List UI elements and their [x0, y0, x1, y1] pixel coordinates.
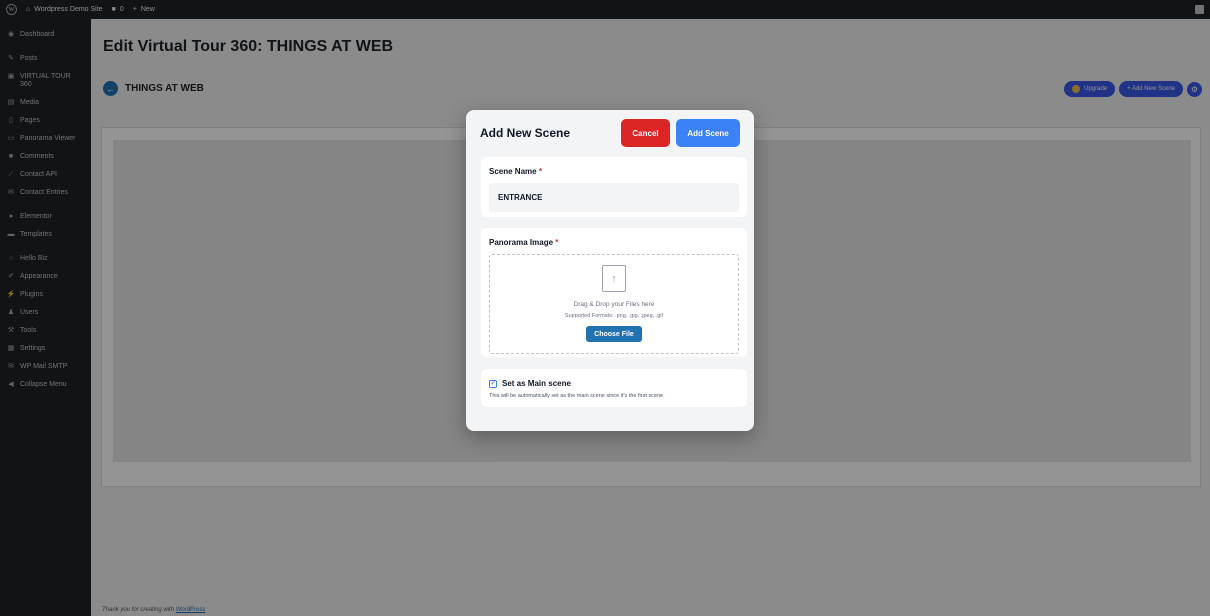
scene-name-card: Scene Name *	[481, 157, 747, 217]
add-scene-modal: Add New Scene Cancel Add Scene Scene Nam…	[466, 110, 754, 431]
main-scene-card: ✓ Set as Main scene This will be automat…	[481, 369, 747, 407]
upload-file-icon: ↑	[602, 265, 626, 292]
file-dropzone[interactable]: ↑ Drag & Drop your Files here Supported …	[489, 254, 739, 354]
panorama-image-label: Panorama Image *	[489, 238, 739, 247]
choose-file-button[interactable]: Choose File	[586, 326, 642, 342]
drop-text: Drag & Drop your Files here	[573, 301, 655, 308]
supported-formats-text: Supported Formats: .png, .jpg, .jpeg, .g…	[564, 313, 664, 319]
main-scene-row: ✓ Set as Main scene	[489, 379, 739, 388]
required-mark: *	[555, 238, 559, 247]
scene-name-label: Scene Name *	[489, 167, 739, 176]
modal-header: Add New Scene Cancel Add Scene	[466, 110, 754, 156]
cancel-button[interactable]: Cancel	[621, 119, 670, 147]
required-mark: *	[538, 167, 542, 176]
add-scene-button[interactable]: Add Scene	[676, 119, 740, 147]
scene-name-label-text: Scene Name	[489, 167, 537, 176]
panorama-label-text: Panorama Image	[489, 238, 554, 247]
main-scene-label: Set as Main scene	[502, 379, 571, 388]
panorama-image-card: Panorama Image * ↑ Drag & Drop your File…	[481, 228, 747, 357]
main-scene-note: This will be automatically set as the ma…	[489, 393, 665, 399]
modal-title: Add New Scene	[480, 126, 571, 140]
scene-name-input[interactable]	[489, 183, 739, 212]
main-scene-checkbox[interactable]: ✓	[489, 379, 497, 388]
